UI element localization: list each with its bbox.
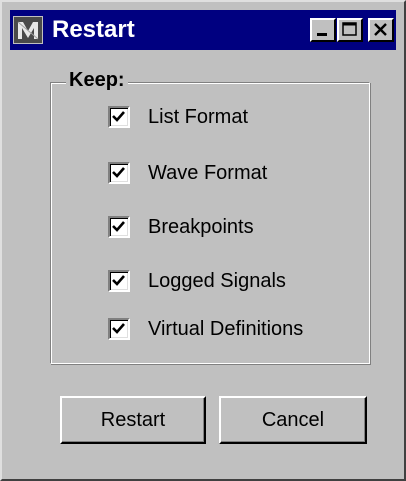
- close-button[interactable]: [368, 18, 394, 42]
- virtual-definitions-label: Virtual Definitions: [148, 318, 304, 340]
- logged-signals-label: Logged Signals: [148, 270, 286, 292]
- checkmark-icon: [112, 167, 125, 178]
- checkmark-icon: [112, 323, 125, 334]
- checkmark-icon: [112, 221, 125, 232]
- wave-format-label: Wave Format: [148, 162, 268, 184]
- logged-signals-checkbox[interactable]: [108, 270, 130, 292]
- maximize-icon: [342, 22, 357, 36]
- list-format-label: List Format: [148, 106, 249, 128]
- list-format-checkbox[interactable]: [108, 106, 130, 128]
- minimize-icon: [317, 33, 327, 36]
- breakpoints-label: Breakpoints: [148, 216, 254, 238]
- checkmark-icon: [112, 275, 125, 286]
- virtual-definitions-checkbox[interactable]: [108, 318, 130, 340]
- title-bar[interactable]: Restart: [10, 10, 396, 50]
- checkmark-icon: [112, 111, 125, 122]
- close-icon: [374, 23, 387, 36]
- window-title: Restart: [52, 16, 135, 43]
- cancel-button[interactable]: Cancel: [219, 396, 367, 444]
- wave-format-checkbox[interactable]: [108, 162, 130, 184]
- app-logo-icon: [13, 16, 43, 44]
- breakpoints-checkbox[interactable]: [108, 216, 130, 238]
- maximize-button[interactable]: [337, 18, 363, 42]
- restart-button[interactable]: Restart: [60, 396, 206, 444]
- minimize-button[interactable]: [310, 18, 336, 42]
- keep-group-label: Keep:: [66, 68, 128, 92]
